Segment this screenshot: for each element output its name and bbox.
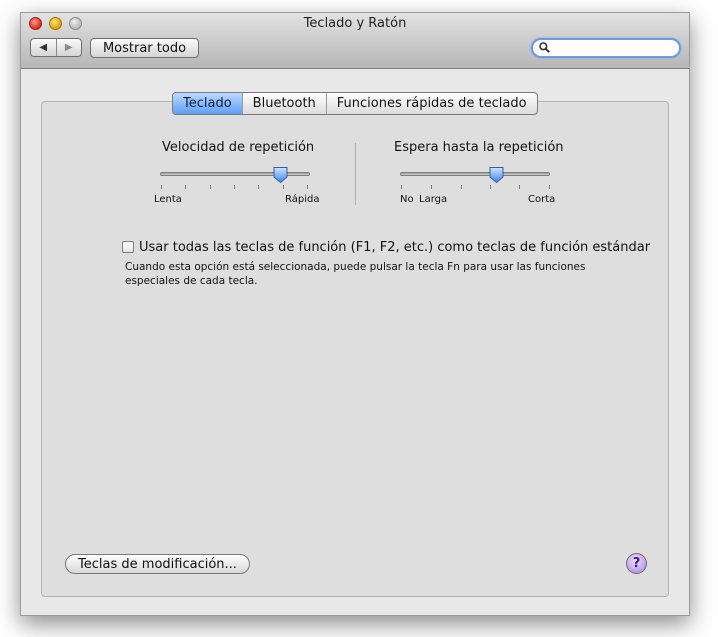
tab-keyboard-shortcuts[interactable]: Funciones rápidas de teclado <box>325 93 537 114</box>
delay-repeat-slider-thumb[interactable] <box>488 166 505 184</box>
back-arrow-icon: ◀ <box>39 42 48 53</box>
window-title: Teclado y Ratón <box>303 16 407 31</box>
slider-tick <box>431 185 432 189</box>
slider-tick <box>234 185 235 189</box>
help-icon: ? <box>632 556 641 571</box>
back-button[interactable]: ◀ <box>31 39 56 56</box>
tab-bluetooth[interactable]: Bluetooth <box>241 93 326 114</box>
key-repeat-slider-thumb[interactable] <box>272 166 289 184</box>
slider-tick <box>185 185 186 189</box>
help-button[interactable]: ? <box>626 553 647 574</box>
slider-tick <box>519 185 520 189</box>
key-repeat-label: Velocidad de repetición <box>162 140 315 155</box>
slider-tick <box>283 185 284 189</box>
function-keys-checkbox[interactable] <box>122 241 134 253</box>
delay-repeat-off-label: No <box>400 194 414 205</box>
slider-tick <box>549 185 550 189</box>
function-keys-description: Cuando esta opción está seleccionada, pu… <box>125 260 645 288</box>
tab-bar: Teclado Bluetooth Funciones rápidas de t… <box>172 92 538 115</box>
slider-tick <box>258 185 259 189</box>
navigation-buttons: ◀ ▶ <box>30 38 82 57</box>
key-repeat-min-label: Lenta <box>154 194 182 205</box>
function-keys-description-line: Cuando esta opción está seleccionada, pu… <box>125 261 586 273</box>
function-keys-description-line: especiales de cada tecla. <box>125 275 258 287</box>
key-repeat-max-label: Rápida <box>285 194 320 205</box>
search-icon <box>539 42 550 53</box>
modifier-keys-button[interactable]: Teclas de modificación... <box>65 554 250 574</box>
delay-repeat-label: Espera hasta la repetición <box>394 140 564 155</box>
delay-repeat-long-label: Larga <box>419 194 448 205</box>
forward-arrow-icon: ▶ <box>64 42 73 53</box>
delay-repeat-track[interactable] <box>400 172 550 176</box>
title-bar: Teclado y Ratón ◀ ▶ Mostrar todo <box>21 13 689 69</box>
forward-button[interactable]: ▶ <box>55 39 82 56</box>
function-keys-label[interactable]: Usar todas las teclas de función (F1, F2… <box>139 240 650 255</box>
show-all-button[interactable]: Mostrar todo <box>90 38 199 58</box>
search-field[interactable] <box>531 38 681 58</box>
tab-keyboard[interactable]: Teclado <box>173 93 242 114</box>
slider-tick <box>307 185 308 189</box>
slider-tick <box>401 185 402 189</box>
slider-tick <box>461 185 462 189</box>
slider-tick <box>161 185 162 189</box>
preferences-window: Teclado y Ratón ◀ ▶ Mostrar todo Teclado… <box>20 12 690 616</box>
slider-divider <box>355 143 356 205</box>
slider-tick <box>210 185 211 189</box>
slider-tick <box>490 185 491 189</box>
delay-repeat-short-label: Corta <box>528 194 556 205</box>
